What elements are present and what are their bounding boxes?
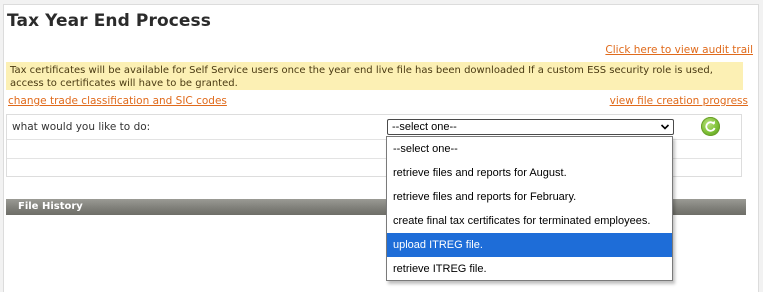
audit-trail-link[interactable]: Click here to view audit trail [605, 44, 753, 56]
dropdown-option-august[interactable]: retrieve files and reports for August. [387, 161, 672, 185]
action-question-label: what would you like to do: [12, 121, 151, 133]
action-select[interactable]: --select one-- [387, 119, 674, 135]
dropdown-option-select-one[interactable]: --select one-- [387, 137, 672, 161]
trade-classification-link[interactable]: change trade classification and SIC code… [8, 95, 227, 107]
refresh-icon[interactable] [701, 117, 720, 136]
chevron-down-icon [660, 124, 670, 130]
action-select-value: --select one-- [392, 121, 457, 133]
dropdown-option-upload-itreg[interactable]: upload ITREG file. [387, 233, 672, 257]
action-dropdown-list: --select one-- retrieve files and report… [386, 136, 673, 281]
page-title: Tax Year End Process [7, 11, 211, 31]
dropdown-option-february[interactable]: retrieve files and reports for February. [387, 185, 672, 209]
dropdown-option-terminated[interactable]: create final tax certificates for termin… [387, 209, 672, 233]
security-notice: Tax certificates will be available for S… [6, 62, 743, 90]
file-creation-progress-link[interactable]: view file creation progress [610, 95, 748, 107]
dropdown-option-retrieve-itreg[interactable]: retrieve ITREG file. [387, 257, 672, 281]
